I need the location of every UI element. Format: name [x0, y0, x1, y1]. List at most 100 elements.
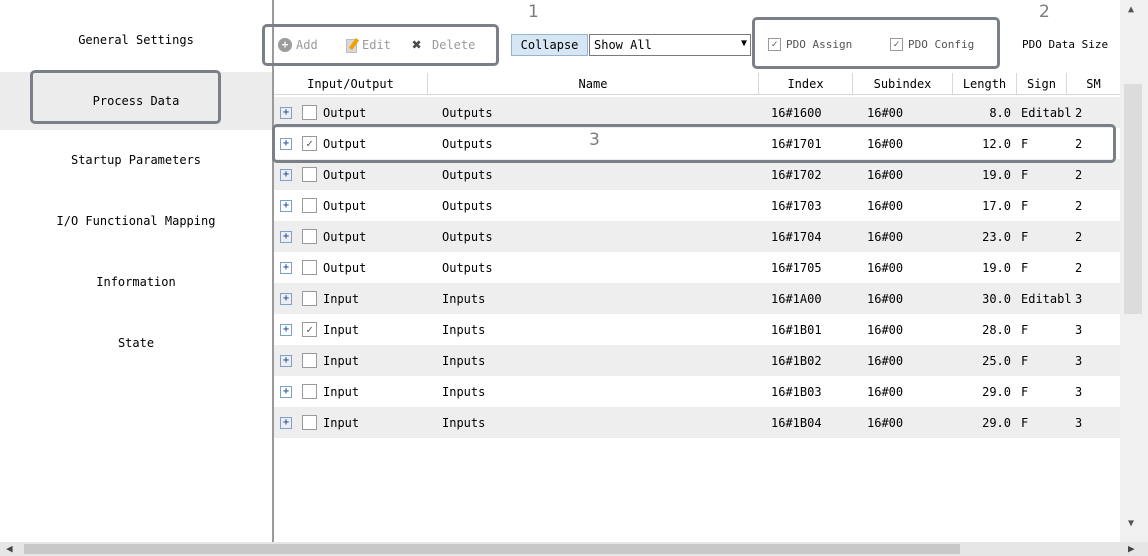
table-row[interactable]: + ✓ Output Outputs 16#1701 16#00 12.0 F 2 [274, 128, 1120, 159]
index-cell: 16#1B03 [771, 384, 822, 399]
vertical-scroll-thumb[interactable] [1124, 84, 1142, 314]
subindex-cell: 16#00 [867, 384, 904, 399]
column-header-length[interactable]: Length [953, 73, 1017, 95]
horizontal-scrollbar[interactable]: ◀ ▶ [0, 542, 1148, 556]
table-row[interactable]: + Input Inputs 16#1B04 16#00 29.0 F 3 [274, 407, 1120, 438]
scroll-right-icon[interactable]: ▶ [1128, 542, 1135, 555]
sidebar-item-label: Information [96, 275, 176, 289]
checkbox-icon: ✓ [890, 38, 903, 51]
column-header-name[interactable]: Name [428, 73, 759, 95]
scroll-left-icon[interactable]: ◀ [6, 542, 13, 555]
row-checkbox[interactable] [302, 384, 317, 399]
table-row[interactable]: + Output Outputs 16#1703 16#00 17.0 F 2 [274, 190, 1120, 221]
subindex-cell: 16#00 [867, 105, 904, 120]
vertical-scrollbar[interactable]: ▲ ▼ [1120, 0, 1148, 542]
pdo-assign-label: PDO Assign [786, 38, 853, 51]
expand-plus-icon[interactable]: + [280, 416, 292, 429]
length-cell: 29.0 [982, 415, 1011, 430]
column-header-io[interactable]: Input/Output [274, 73, 428, 95]
sidebar-item-label: State [117, 336, 155, 350]
length-cell: 30.0 [982, 291, 1011, 306]
io-cell: + Input [274, 415, 428, 430]
horizontal-scroll-thumb[interactable] [24, 544, 960, 554]
table-body: + Output Outputs 16#1600 16#00 8.0 Editabl 2 + ✓ O… [274, 97, 1120, 438]
row-checkbox[interactable] [302, 291, 317, 306]
pdo-assign-checkbox[interactable]: ✓ PDO Assign [768, 38, 852, 51]
scroll-up-icon[interactable]: ▲ [1128, 4, 1134, 15]
sign-cell: Editabl [1021, 291, 1072, 306]
filter-select-value: Show All [594, 38, 652, 52]
index-cell: 16#1B04 [771, 415, 822, 430]
sidebar: General Settings Process Data Startup Pa… [0, 0, 274, 542]
filter-select[interactable]: Show All ▼ [589, 34, 751, 56]
expand-plus-icon[interactable]: + [280, 385, 292, 398]
sidebar-item-io-functional-mapping[interactable]: I/O Functional Mapping [0, 211, 272, 231]
index-cell: 16#1702 [771, 167, 822, 182]
pdo-config-checkbox[interactable]: ✓ PDO Config [890, 38, 974, 51]
expand-plus-icon[interactable]: + [280, 323, 292, 336]
length-cell: 19.0 [982, 167, 1011, 182]
expand-plus-icon[interactable]: + [280, 106, 292, 119]
table-row[interactable]: + Output Outputs 16#1702 16#00 19.0 F 2 [274, 159, 1120, 190]
expand-plus-icon[interactable]: + [280, 354, 292, 367]
row-checkbox[interactable] [302, 229, 317, 244]
subindex-cell: 16#00 [867, 353, 904, 368]
sidebar-item-startup-parameters[interactable]: Startup Parameters [0, 150, 272, 170]
table-row[interactable]: + Input Inputs 16#1A00 16#00 30.0 Editabl 3 [274, 283, 1120, 314]
chevron-down-icon[interactable]: ▼ [741, 38, 747, 49]
add-label: Add [296, 38, 318, 52]
column-header-sm[interactable]: SM [1067, 73, 1120, 95]
io-cell: + Output [274, 229, 428, 244]
length-cell: 25.0 [982, 353, 1011, 368]
expand-plus-icon[interactable]: + [280, 168, 292, 181]
add-button[interactable]: + Add [278, 36, 318, 54]
length-cell: 28.0 [982, 322, 1011, 337]
edit-button[interactable]: Edit [344, 36, 391, 54]
expand-plus-icon[interactable]: + [280, 292, 292, 305]
sm-cell: 3 [1075, 384, 1083, 399]
length-cell: 8.0 [989, 105, 1011, 120]
expand-plus-icon[interactable]: + [280, 137, 292, 150]
collapse-button[interactable]: Collapse [511, 34, 588, 56]
column-header-index[interactable]: Index [759, 73, 853, 95]
delete-button[interactable]: ✖ Delete [412, 36, 475, 54]
table-row[interactable]: + Output Outputs 16#1600 16#00 8.0 Editabl 2 [274, 97, 1120, 128]
expand-plus-icon[interactable]: + [280, 199, 292, 212]
sm-cell: 2 [1075, 136, 1083, 151]
sidebar-item-general-settings[interactable]: General Settings [0, 30, 272, 50]
sign-cell: F [1021, 229, 1029, 244]
expand-plus-icon[interactable]: + [280, 230, 292, 243]
io-label: Output [323, 105, 367, 120]
sidebar-item-process-data[interactable]: Process Data [0, 72, 272, 130]
add-circle-icon: + [278, 38, 292, 52]
row-checkbox[interactable] [302, 105, 317, 120]
sidebar-item-label: General Settings [78, 33, 194, 47]
column-header-sign[interactable]: Sign [1017, 73, 1067, 95]
sidebar-item-information[interactable]: Information [0, 272, 272, 292]
edit-label: Edit [362, 38, 391, 52]
scroll-down-icon[interactable]: ▼ [1128, 518, 1134, 529]
row-checkbox[interactable] [302, 167, 317, 182]
name-cell: Inputs [442, 322, 486, 337]
sign-cell: F [1021, 136, 1029, 151]
row-checkbox[interactable] [302, 260, 317, 275]
row-checkbox[interactable]: ✓ [302, 322, 317, 337]
table-row[interactable]: + Output Outputs 16#1705 16#00 19.0 F 2 [274, 252, 1120, 283]
row-checkbox[interactable]: ✓ [302, 136, 317, 151]
io-label: Output [323, 229, 367, 244]
io-cell: + Output [274, 167, 428, 182]
table-row[interactable]: + Output Outputs 16#1704 16#00 23.0 F 2 [274, 221, 1120, 252]
column-header-subindex[interactable]: Subindex [853, 73, 953, 95]
subindex-cell: 16#00 [867, 322, 904, 337]
row-checkbox[interactable] [302, 415, 317, 430]
io-label: Input [323, 415, 360, 430]
table-row[interactable]: + Input Inputs 16#1B02 16#00 25.0 F 3 [274, 345, 1120, 376]
sidebar-item-state[interactable]: State [0, 333, 272, 353]
name-cell: Outputs [442, 167, 493, 182]
table-row[interactable]: + ✓ Input Inputs 16#1B01 16#00 28.0 F 3 [274, 314, 1120, 345]
table-row[interactable]: + Input Inputs 16#1B03 16#00 29.0 F 3 [274, 376, 1120, 407]
row-checkbox[interactable] [302, 198, 317, 213]
length-cell: 29.0 [982, 384, 1011, 399]
expand-plus-icon[interactable]: + [280, 261, 292, 274]
row-checkbox[interactable] [302, 353, 317, 368]
